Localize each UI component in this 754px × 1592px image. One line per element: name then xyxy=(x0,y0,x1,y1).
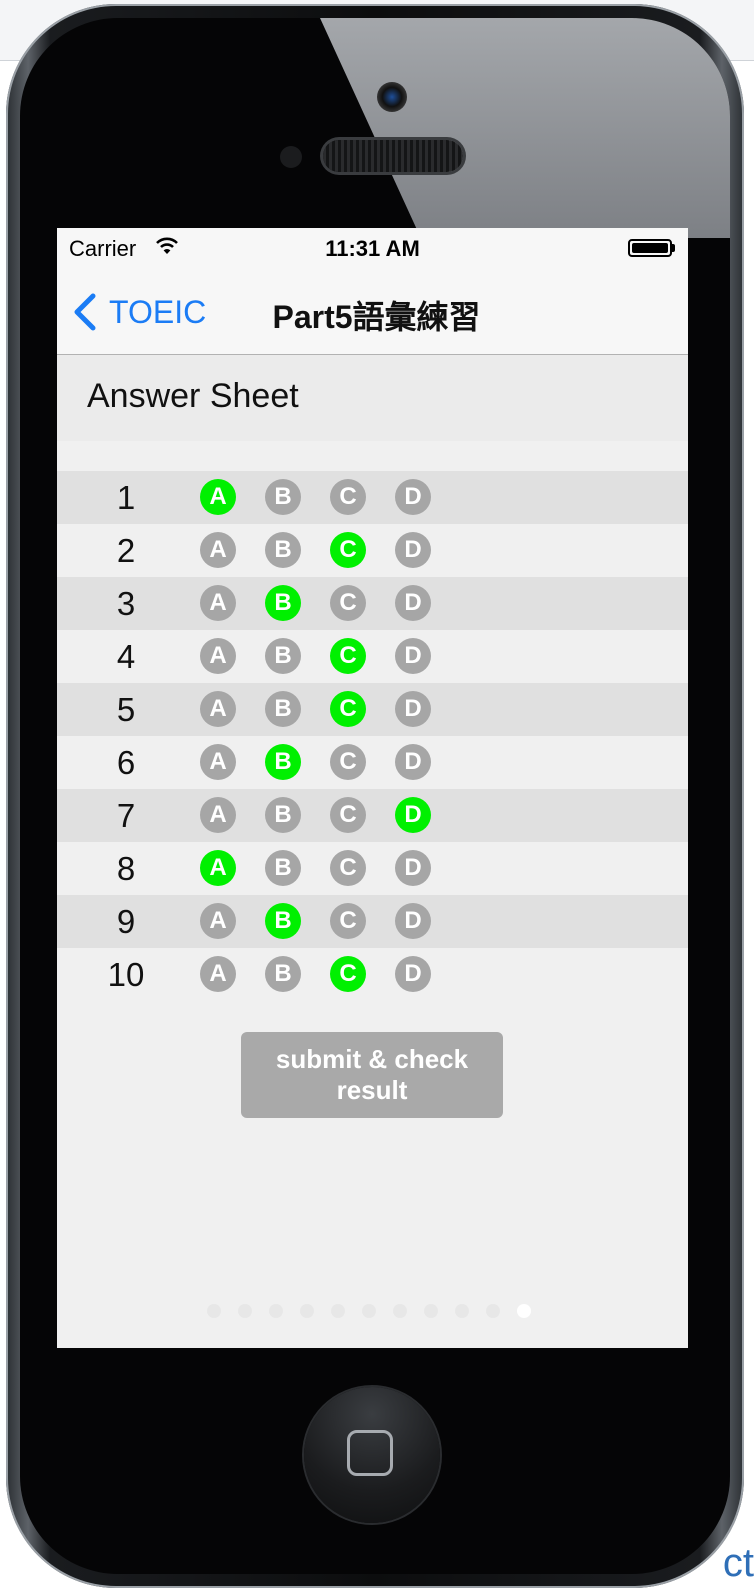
option-a-bubble[interactable]: A xyxy=(200,532,236,568)
option-b-bubble[interactable]: B xyxy=(265,956,301,992)
front-camera-icon xyxy=(377,82,407,112)
option-d-bubble[interactable]: D xyxy=(395,479,431,515)
option-c-bubble[interactable]: C xyxy=(330,691,366,727)
page-dot xyxy=(455,1304,469,1318)
option-c-bubble[interactable]: C xyxy=(330,797,366,833)
option-b-bubble[interactable]: B xyxy=(265,585,301,621)
glass-reflection xyxy=(320,18,730,238)
option-c-bubble[interactable]: C xyxy=(330,744,366,780)
option-a-bubble[interactable]: A xyxy=(200,744,236,780)
option-d-bubble[interactable]: D xyxy=(395,744,431,780)
option-a-bubble[interactable]: A xyxy=(200,479,236,515)
question-number: 7 xyxy=(116,797,136,834)
background-edge-text: ct xyxy=(722,1541,754,1585)
submit-check-result-button[interactable]: submit & check result xyxy=(241,1032,503,1118)
answer-row: 5 ABCD xyxy=(57,683,688,736)
battery-tip xyxy=(672,244,675,252)
question-number: 5 xyxy=(116,691,136,728)
option-b-bubble[interactable]: B xyxy=(265,638,301,674)
option-b-bubble[interactable]: B xyxy=(265,479,301,515)
option-d-bubble[interactable]: D xyxy=(395,903,431,939)
answer-row: 9 ABCD xyxy=(57,895,688,948)
answer-row: 7 ABCD xyxy=(57,789,688,842)
option-b-bubble[interactable]: B xyxy=(265,903,301,939)
page-dot xyxy=(486,1304,500,1318)
question-number: 1 xyxy=(116,479,136,516)
option-a-bubble[interactable]: A xyxy=(200,797,236,833)
question-number: 2 xyxy=(116,532,136,569)
option-c-bubble[interactable]: C xyxy=(330,850,366,886)
page-dot xyxy=(331,1304,345,1318)
question-number: 4 xyxy=(116,638,136,675)
option-d-bubble[interactable]: D xyxy=(395,532,431,568)
home-button[interactable] xyxy=(304,1387,440,1523)
page-title: Part5語彙練習 xyxy=(272,299,481,335)
status-time: 11:31 AM xyxy=(325,236,420,261)
option-a-bubble[interactable]: A xyxy=(200,903,236,939)
answer-sheet-title: Answer Sheet xyxy=(87,377,299,415)
app-screen: Carrier 11:31 AM TOEIC Part5語彙練習 Answer … xyxy=(57,228,688,1348)
answer-row: 4 ABCD xyxy=(57,630,688,683)
home-square-icon xyxy=(347,1430,393,1476)
answer-row: 3 ABCD xyxy=(57,577,688,630)
navigation-bar: TOEIC Part5語彙練習 xyxy=(57,268,688,355)
question-number: 6 xyxy=(116,744,136,781)
answer-row: 6 ABCD xyxy=(57,736,688,789)
page-dot xyxy=(424,1304,438,1318)
answer-row: 2 ABCD xyxy=(57,524,688,577)
question-number: 10 xyxy=(107,956,145,993)
option-d-bubble[interactable]: D xyxy=(395,797,431,833)
page-dot xyxy=(393,1304,407,1318)
page-dot xyxy=(207,1304,221,1318)
question-number: 8 xyxy=(116,850,136,887)
question-number: 3 xyxy=(116,585,136,622)
earpiece-speaker xyxy=(323,140,463,172)
option-c-bubble[interactable]: C xyxy=(330,532,366,568)
question-number: 9 xyxy=(116,903,136,940)
answer-row: 10 A B C D xyxy=(57,948,688,1001)
option-b-bubble[interactable]: B xyxy=(265,744,301,780)
option-b-bubble[interactable]: B xyxy=(265,532,301,568)
option-c-bubble[interactable]: C xyxy=(330,956,366,992)
option-c-bubble[interactable]: C xyxy=(330,638,366,674)
option-b-bubble[interactable]: B xyxy=(265,691,301,727)
status-bar: Carrier 11:31 AM xyxy=(57,228,688,268)
option-d-bubble[interactable]: D xyxy=(395,638,431,674)
option-b-bubble[interactable]: B xyxy=(265,850,301,886)
option-d-bubble[interactable]: D xyxy=(395,691,431,727)
option-a-bubble[interactable]: A xyxy=(200,638,236,674)
page-dot xyxy=(300,1304,314,1318)
option-a-bubble[interactable]: A xyxy=(200,956,236,992)
battery-icon xyxy=(628,239,672,257)
page-dot xyxy=(517,1304,531,1318)
option-c-bubble[interactable]: C xyxy=(330,903,366,939)
option-a-bubble[interactable]: A xyxy=(200,585,236,621)
option-d-bubble[interactable]: D xyxy=(395,850,431,886)
answer-row: 8 ABCD xyxy=(57,842,688,895)
option-c-bubble[interactable]: C xyxy=(330,479,366,515)
page-dot xyxy=(362,1304,376,1318)
option-a-bubble[interactable]: A xyxy=(200,850,236,886)
page-dot xyxy=(238,1304,252,1318)
answer-row: 1 ABCD xyxy=(57,471,688,524)
answer-sheet-header: Answer Sheet xyxy=(57,355,688,441)
page-dot xyxy=(269,1304,283,1318)
option-d-bubble[interactable]: D xyxy=(395,956,431,992)
option-c-bubble[interactable]: C xyxy=(330,585,366,621)
option-b-bubble[interactable]: B xyxy=(265,797,301,833)
option-d-bubble[interactable]: D xyxy=(395,585,431,621)
proximity-sensor xyxy=(280,146,302,168)
answer-list: 1ABCD2ABCD3ABCD4ABCD5ABCD6ABCD7ABCD8ABCD… xyxy=(57,471,688,1001)
option-a-bubble[interactable]: A xyxy=(200,691,236,727)
